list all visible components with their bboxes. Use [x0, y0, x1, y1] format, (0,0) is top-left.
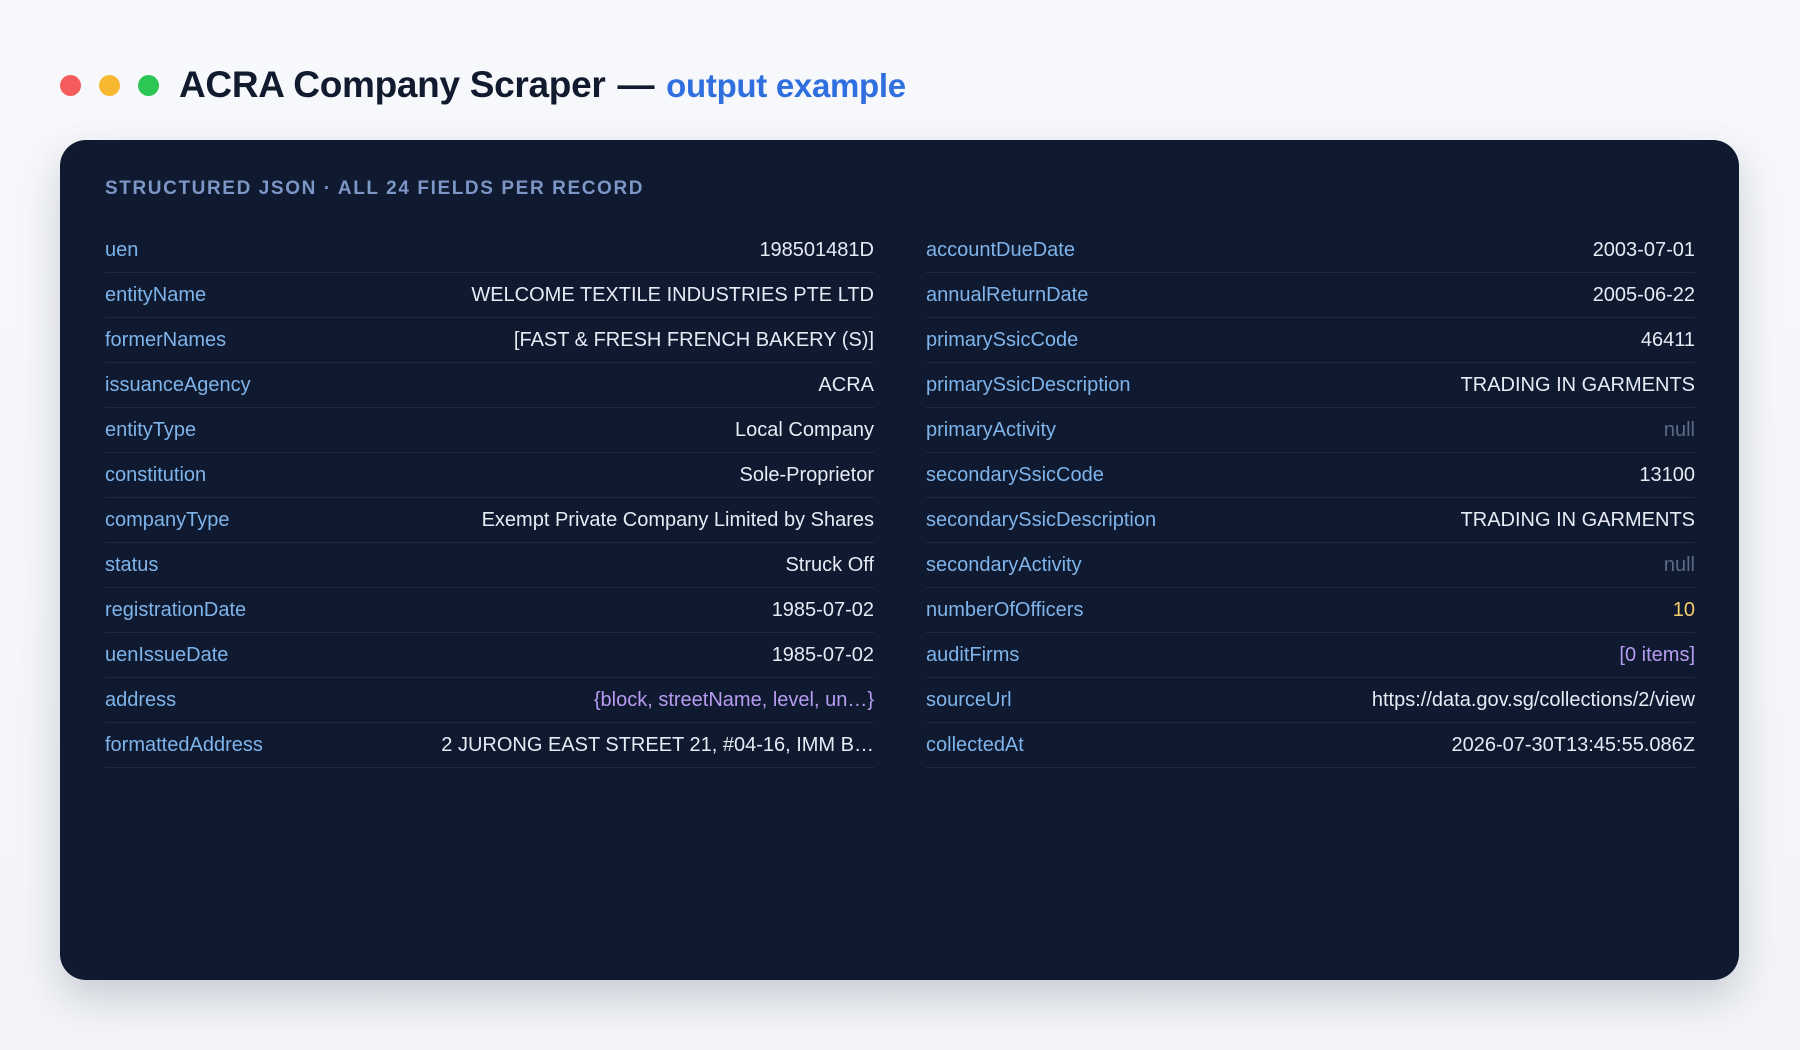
field-value: 2005-06-22	[1592, 283, 1695, 306]
field-row: auditFirms [0 items]	[926, 633, 1695, 678]
right-field-column: accountDueDate 2003-07-01 annualReturnDat…	[926, 228, 1695, 768]
field-row: constitution Sole-Proprietor	[105, 453, 874, 498]
field-value: Local Company	[735, 418, 874, 441]
field-value: 46411	[1640, 328, 1695, 351]
field-key: issuanceAgency	[105, 373, 251, 396]
field-value: TRADING IN GARMENTS	[1460, 508, 1695, 531]
field-value: 10	[1672, 598, 1695, 621]
field-row: formattedAddress 2 JURONG EAST STREET 21,…	[105, 723, 874, 768]
field-key: entityName	[105, 283, 207, 306]
field-value: 1985-07-02	[771, 598, 874, 621]
field-row: address {block, streetName, level, un…}	[105, 678, 874, 723]
field-key: status	[105, 553, 159, 576]
field-row: issuanceAgency ACRA	[105, 363, 874, 408]
field-key: constitution	[105, 463, 207, 486]
field-key: primaryActivity	[926, 418, 1057, 441]
field-key: formerNames	[105, 328, 227, 351]
field-value: Struck Off	[785, 553, 874, 576]
field-value: {block, streetName, level, un…}	[593, 688, 874, 711]
field-row: entityType Local Company	[105, 408, 874, 453]
field-row: registrationDate 1985-07-02	[105, 588, 874, 633]
field-key: formattedAddress	[105, 733, 263, 756]
title-main: ACRA Company Scraper	[179, 64, 606, 105]
field-key: accountDueDate	[926, 238, 1075, 261]
field-row: primaryActivity null	[926, 408, 1695, 453]
field-key: secondarySsicDescription	[926, 508, 1157, 531]
field-value: Sole-Proprietor	[739, 463, 874, 486]
field-row: secondaryActivity null	[926, 543, 1695, 588]
field-row: secondarySsicCode 13100	[926, 453, 1695, 498]
minimize-dot-icon[interactable]	[99, 74, 120, 96]
field-key: primarySsicDescription	[926, 373, 1131, 396]
field-key: secondarySsicCode	[926, 463, 1104, 486]
field-row: collectedAt 2026-07-30T13:45:55.086Z	[926, 723, 1695, 768]
field-row: numberOfOfficers 10	[926, 588, 1695, 633]
window-header: ACRA Company Scraper — output example	[60, 58, 906, 112]
field-value: [0 items]	[1619, 643, 1695, 666]
field-row: uenIssueDate 1985-07-02	[105, 633, 874, 678]
field-key: sourceUrl	[926, 688, 1012, 711]
field-key: uen	[105, 238, 139, 261]
field-value: Exempt Private Company Limited by Shares	[481, 508, 874, 531]
field-value: 13100	[1639, 463, 1695, 486]
field-value: 1985-07-02	[771, 643, 874, 666]
field-key: registrationDate	[105, 598, 247, 621]
page-title: ACRA Company Scraper — output example	[179, 64, 906, 106]
field-key: annualReturnDate	[926, 283, 1089, 306]
field-key: numberOfOfficers	[926, 598, 1084, 621]
field-value: [FAST & FRESH FRENCH BAKERY (S)]	[513, 328, 874, 351]
field-row: status Struck Off	[105, 543, 874, 588]
field-value: ACRA	[818, 373, 874, 396]
field-row: primarySsicDescription TRADING IN GARMENT…	[926, 363, 1695, 408]
field-value: null	[1663, 553, 1695, 576]
field-key: auditFirms	[926, 643, 1020, 666]
field-value: 2026-07-30T13:45:55.086Z	[1451, 733, 1695, 756]
field-key: uenIssueDate	[105, 643, 229, 666]
field-key: secondaryActivity	[926, 553, 1082, 576]
field-value: null	[1663, 418, 1695, 441]
field-key: collectedAt	[926, 733, 1024, 756]
json-panel: STRUCTURED JSON · ALL 24 FIELDS PER RECO…	[60, 140, 1739, 980]
maximize-dot-icon[interactable]	[138, 74, 159, 96]
title-subtitle: output example	[666, 67, 906, 104]
title-separator: —	[617, 64, 655, 105]
field-row: sourceUrl https://data.gov.sg/collections…	[926, 678, 1695, 723]
field-value: 2 JURONG EAST STREET 21, #04-16, IMM B…	[441, 733, 874, 756]
field-value: 2003-07-01	[1592, 238, 1695, 261]
field-value: TRADING IN GARMENTS	[1460, 373, 1695, 396]
field-row: uen 198501481D	[105, 228, 874, 273]
field-row: formerNames [FAST & FRESH FRENCH BAKERY (…	[105, 318, 874, 363]
field-row: accountDueDate 2003-07-01	[926, 228, 1695, 273]
close-dot-icon[interactable]	[60, 74, 81, 96]
field-value: https://data.gov.sg/collections/2/view	[1371, 688, 1695, 711]
field-row: secondarySsicDescription TRADING IN GARME…	[926, 498, 1695, 543]
field-key: primarySsicCode	[926, 328, 1079, 351]
left-field-column: uen 198501481D entityName WELCOME TEXTILE …	[105, 228, 874, 768]
panel-caption: STRUCTURED JSON · ALL 24 FIELDS PER RECO…	[105, 178, 645, 199]
field-row: companyType Exempt Private Company Limite…	[105, 498, 874, 543]
field-row: primarySsicCode 46411	[926, 318, 1695, 363]
field-value: 198501481D	[759, 238, 874, 261]
field-key: companyType	[105, 508, 230, 531]
field-value: WELCOME TEXTILE INDUSTRIES PTE LTD	[471, 283, 874, 306]
field-key: address	[105, 688, 177, 711]
field-key: entityType	[105, 418, 197, 441]
field-row: annualReturnDate 2005-06-22	[926, 273, 1695, 318]
field-row: entityName WELCOME TEXTILE INDUSTRIES PTE…	[105, 273, 874, 318]
